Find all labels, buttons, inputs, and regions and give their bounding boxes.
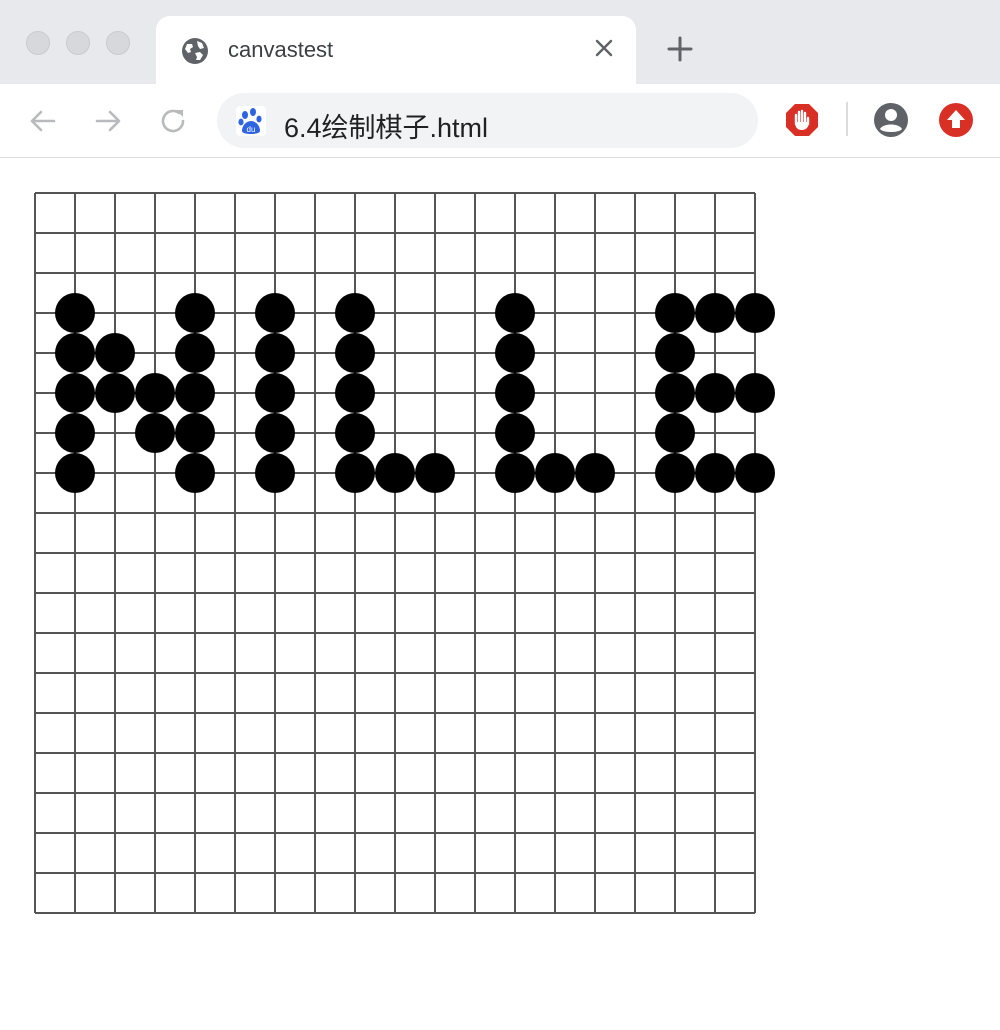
- black-stone: [495, 373, 535, 413]
- black-stone: [335, 413, 375, 453]
- black-stone: [335, 453, 375, 493]
- black-stone: [175, 453, 215, 493]
- black-stone: [175, 293, 215, 333]
- black-stone: [495, 293, 535, 333]
- black-stone: [335, 373, 375, 413]
- black-stone: [95, 373, 135, 413]
- black-stone: [695, 453, 735, 493]
- black-stone: [495, 413, 535, 453]
- black-stone: [55, 373, 95, 413]
- black-stone: [655, 453, 695, 493]
- black-stone: [135, 413, 175, 453]
- black-stone: [55, 413, 95, 453]
- arrow-left-icon[interactable]: [26, 104, 60, 138]
- black-stone: [255, 453, 295, 493]
- black-stone: [575, 453, 615, 493]
- black-stone: [55, 333, 95, 373]
- black-stone: [415, 453, 455, 493]
- black-stone: [375, 453, 415, 493]
- page-content: [0, 158, 1000, 1030]
- black-stone: [55, 453, 95, 493]
- close-icon[interactable]: [590, 34, 618, 62]
- arrow-right-icon[interactable]: [91, 104, 125, 138]
- black-stone: [695, 373, 735, 413]
- black-stone: [735, 373, 775, 413]
- black-stone: [335, 333, 375, 373]
- black-stone: [495, 333, 535, 373]
- adblock-hand-icon[interactable]: [784, 102, 820, 138]
- account-icon[interactable]: [873, 102, 909, 138]
- plus-icon[interactable]: [664, 33, 696, 65]
- black-stone: [735, 293, 775, 333]
- tab-title: canvastest: [228, 37, 334, 62]
- close-window-button[interactable]: [26, 31, 50, 55]
- svg-text:du: du: [247, 125, 256, 134]
- address-bar[interactable]: du 6.4绘制棋子.html: [217, 93, 758, 148]
- black-stone: [655, 293, 695, 333]
- black-stone: [255, 413, 295, 453]
- black-stone: [735, 453, 775, 493]
- reload-icon[interactable]: [156, 104, 190, 138]
- minimize-window-button[interactable]: [66, 31, 90, 55]
- black-stone: [95, 333, 135, 373]
- upload-arrow-icon[interactable]: [938, 102, 974, 138]
- board-grid: [34, 192, 756, 914]
- black-stone: [255, 293, 295, 333]
- globe-icon: [182, 38, 208, 64]
- black-stone: [255, 333, 295, 373]
- black-stone: [255, 373, 295, 413]
- gomoku-board-canvas[interactable]: [0, 158, 1000, 1030]
- toolbar-divider: [846, 102, 848, 136]
- black-stone: [495, 453, 535, 493]
- black-stone: [655, 373, 695, 413]
- browser-titlebar: canvastest: [0, 0, 1000, 84]
- browser-toolbar: du 6.4绘制棋子.html: [0, 84, 1000, 158]
- black-stone: [55, 293, 95, 333]
- black-stone: [175, 373, 215, 413]
- black-stone: [695, 293, 735, 333]
- black-stone: [335, 293, 375, 333]
- black-stone: [655, 333, 695, 373]
- black-stone: [175, 333, 215, 373]
- black-stone: [175, 413, 215, 453]
- url-text: 6.4绘制棋子.html: [284, 113, 489, 143]
- black-stone: [535, 453, 575, 493]
- black-stone: [655, 413, 695, 453]
- baidu-paw-icon: du: [236, 106, 266, 136]
- zoom-window-button[interactable]: [106, 31, 130, 55]
- browser-tab[interactable]: canvastest: [156, 16, 636, 84]
- black-stone: [135, 373, 175, 413]
